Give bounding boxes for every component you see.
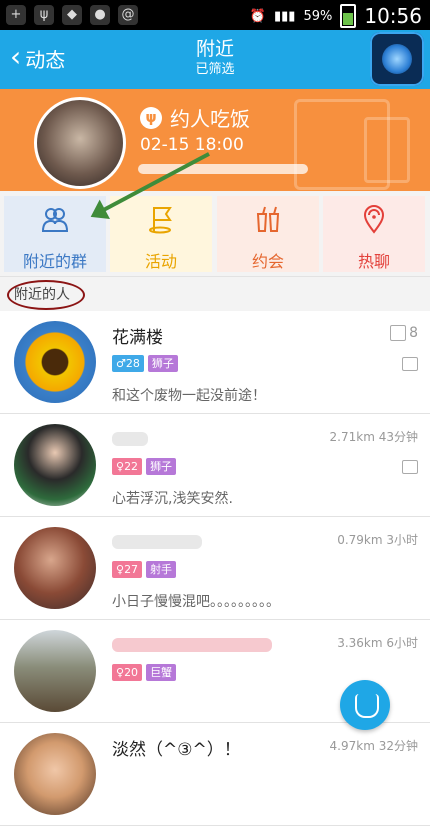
user-name-blurred [112,432,148,446]
age-badge: ♀27 [112,561,143,578]
age-badge: ♂28 [112,355,144,372]
avatar [14,733,96,815]
page-title: 附近 [195,38,234,60]
drinks-icon [256,206,280,232]
list-item[interactable]: ♀22 狮子 心若浮沉,浅笑安然. 2.71km 43分钟 [0,414,430,517]
title-bar: ‹ 动态 附近 已筛选 [0,30,430,89]
zodiac-badge: 射手 [146,561,177,578]
photo-icon [402,357,418,371]
banner-time: 02-15 18:00 [140,135,244,155]
user-tags: ♀22 狮子 [112,458,177,475]
glass-decoration [364,117,410,183]
shield-icon: ◆ [62,5,82,25]
banner-blurred-text [138,164,308,174]
banner-tag-label: 约人吃饭 [170,107,250,131]
list-item[interactable]: ♀27 射手 小日子慢慢混吧。。。。。。。。。 0.79km 3小时 [0,517,430,620]
app-icon: ● [90,5,110,25]
distance-time: 4.97km 32分钟 [329,739,418,753]
battery-text: 59% [303,8,333,24]
user-tags: ♀20 巨蟹 [112,664,177,681]
like-count: 8 [390,325,418,341]
user-name: 花满楼 [112,328,163,348]
group-icon [41,208,69,232]
zodiac-badge: 狮子 [146,458,177,475]
notification-icons: + ψ ◆ ● @ [6,5,138,25]
thumbs-up-icon [390,325,407,341]
title-group: 附近 已筛选 [0,37,430,79]
section-header: 附近的人 [0,276,430,312]
tile-dating[interactable]: 约会 [217,196,319,272]
event-banner[interactable]: ψ 约人吃饭 02-15 18:00 [0,89,430,191]
avatar [14,527,96,609]
filter-button[interactable] [370,32,424,86]
usb-icon: ψ [34,5,54,25]
user-name: 淡然（^③^）！ [112,740,241,760]
distance-time: 3.36km 6小时 [337,636,418,650]
tile-label: 附近的群 [22,252,87,271]
battery-icon [340,4,357,28]
tile-label: 约会 [251,252,284,271]
list-item[interactable]: 花满楼 ♂28 狮子 和这个废物一起没前途！ 8 [0,311,430,414]
signal-icon: ▮▮▮ [273,8,296,24]
magic-hat-icon [355,694,379,718]
category-tiles: 附近的群 活动 约会 热聊 [0,191,430,276]
status-right: ⏰ ▮▮▮ 59% 10:56 [250,4,422,28]
magic-fab-button[interactable] [340,680,390,730]
user-tags: ♀27 射手 [112,561,177,578]
tile-label: 热聊 [357,252,390,271]
user-signature: 心若浮沉,浅笑安然. [112,491,233,507]
zodiac-badge: 巨蟹 [146,664,177,681]
photo-icon [402,460,418,474]
list-item[interactable]: 淡然（^③^）！ 4.97km 32分钟 [0,723,430,826]
distance-time: 0.79km 3小时 [337,533,418,547]
location-signal-icon [363,205,385,234]
page-subtitle: 已筛选 [195,62,235,77]
spiral-icon: @ [118,5,138,25]
age-badge: ♀20 [112,664,143,681]
avatar [14,424,96,506]
banner-tag: ψ 约人吃饭 [140,103,250,132]
user-name-blurred [112,535,202,549]
clock: 10:56 [364,4,422,28]
user-tags: ♂28 狮子 [112,355,178,372]
flag-icon [149,207,172,234]
user-signature: 和这个废物一起没前途！ [112,388,266,404]
annotation-circle [7,280,85,310]
alarm-icon: ⏰ [249,8,266,24]
age-badge: ♀22 [112,458,143,475]
avatar [14,321,96,403]
distance-time: 2.71km 43分钟 [329,430,418,444]
user-name-blurred [112,638,272,652]
tile-activities[interactable]: 活动 [110,196,212,272]
tile-hot-chat[interactable]: 热聊 [323,196,425,272]
tile-label: 活动 [144,252,177,271]
avatar [14,630,96,712]
user-signature: 小日子慢慢混吧。。。。。。。。。 [112,594,280,610]
status-bar: + ψ ◆ ● @ ⏰ ▮▮▮ 59% 10:56 [0,0,430,30]
cutlery-icon: ψ [140,106,162,129]
banner-avatar [34,97,126,189]
zodiac-badge: 狮子 [147,355,178,372]
add-icon: + [6,5,26,25]
